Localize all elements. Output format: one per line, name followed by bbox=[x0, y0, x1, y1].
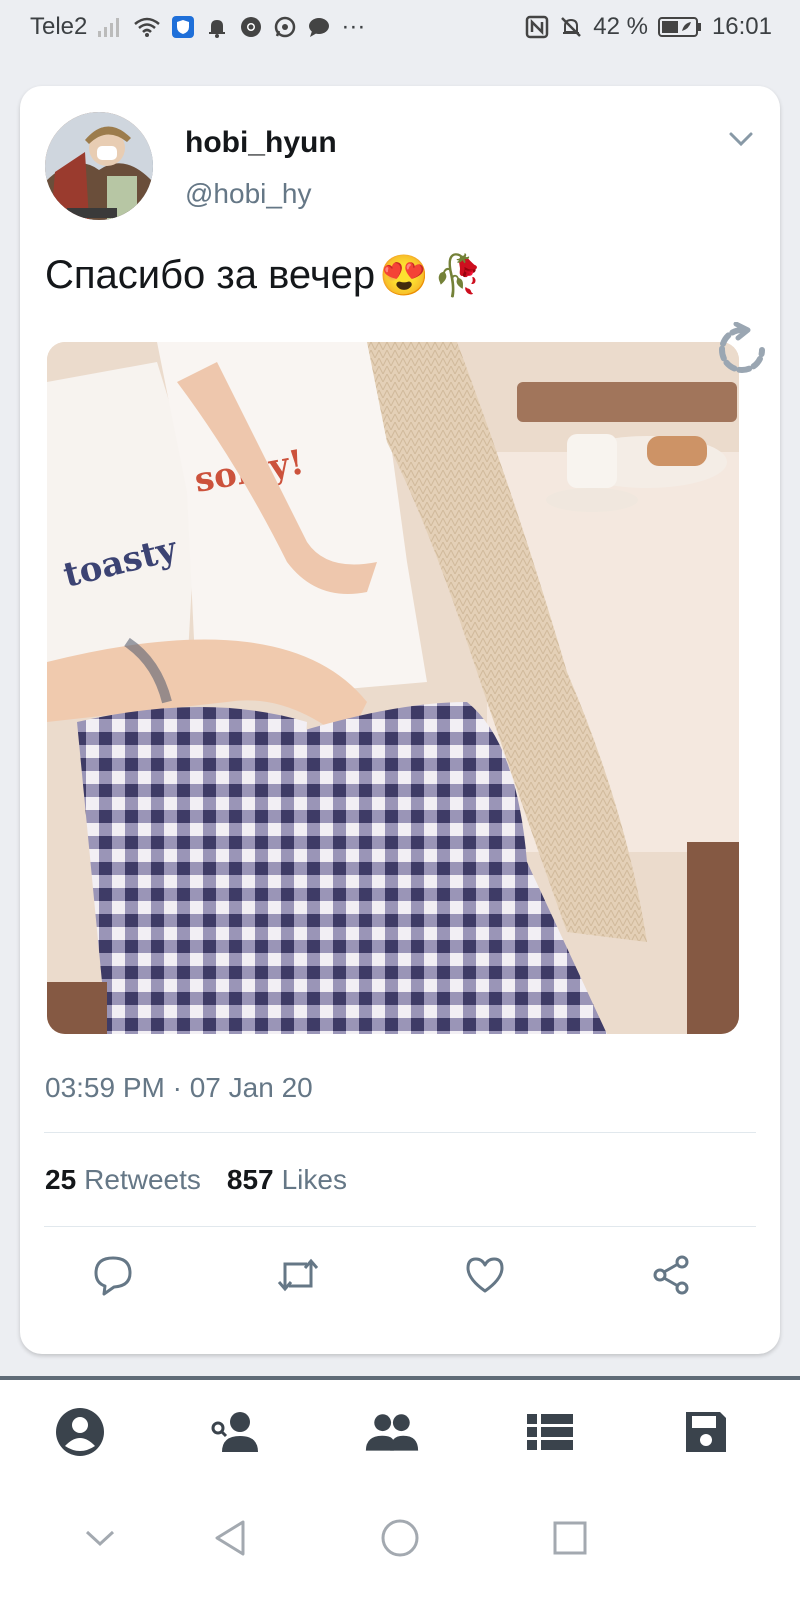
likes-count: 857 bbox=[226, 1164, 274, 1195]
reply-icon[interactable] bbox=[90, 1252, 136, 1298]
tweet-photo[interactable]: toasty sorty! bbox=[47, 342, 739, 1034]
tweet-text: Спасибо за вечер 😍 🥀 bbox=[45, 252, 483, 299]
refresh-icon[interactable] bbox=[714, 321, 770, 378]
save-icon[interactable] bbox=[678, 1404, 734, 1460]
tweet-timestamp: 03:59 PM · 07 Jan 20 bbox=[45, 1072, 313, 1103]
battery-percent: 42 % bbox=[593, 13, 648, 40]
share-icon[interactable] bbox=[648, 1252, 694, 1298]
shield-icon bbox=[171, 15, 195, 39]
display-name[interactable]: hobi_hyun bbox=[185, 126, 337, 160]
retweets-stat[interactable]: 25 Retweets bbox=[45, 1164, 201, 1196]
carrier-label: Tele2 bbox=[30, 13, 88, 40]
group-icon[interactable] bbox=[364, 1404, 420, 1460]
back-icon[interactable] bbox=[206, 1514, 254, 1562]
status-right: 42 % 16:01 bbox=[525, 13, 772, 41]
mute-icon bbox=[559, 15, 583, 39]
tweet-stats: 25 Retweets 857 Likes bbox=[45, 1164, 347, 1196]
user-handle[interactable]: @hobi_hy bbox=[185, 178, 312, 210]
alarm-icon bbox=[205, 15, 229, 39]
collapse-icon[interactable] bbox=[76, 1514, 124, 1562]
nfc-icon bbox=[525, 15, 549, 39]
wifi-icon bbox=[133, 16, 161, 38]
tweet-card: hobi_hyun @hobi_hy Спасибо за вечер 😍 🥀 bbox=[20, 86, 780, 1354]
whatsapp-icon bbox=[273, 15, 297, 39]
profile-icon[interactable] bbox=[52, 1404, 108, 1460]
likes-label: Likes bbox=[281, 1164, 347, 1195]
home-icon[interactable] bbox=[376, 1514, 424, 1562]
divider bbox=[44, 1132, 756, 1133]
signal-icon bbox=[97, 16, 123, 38]
message-icon bbox=[307, 16, 331, 38]
battery-icon bbox=[657, 16, 702, 38]
system-navigation bbox=[0, 1484, 800, 1600]
tweet-text-body: Спасибо за вечер bbox=[45, 253, 376, 297]
chevron-down-icon[interactable] bbox=[726, 124, 756, 154]
more-notifications: ··· bbox=[341, 13, 366, 40]
status-left: Tele2 ··· bbox=[30, 13, 365, 41]
retweets-count: 25 bbox=[45, 1164, 77, 1195]
tweet-actions bbox=[20, 1236, 780, 1312]
heart-eyes-emoji: 😍 bbox=[379, 254, 429, 298]
retweet-icon[interactable] bbox=[275, 1252, 321, 1298]
like-icon[interactable] bbox=[462, 1252, 508, 1298]
clock: 16:01 bbox=[711, 13, 772, 40]
bottom-navigation bbox=[0, 1376, 800, 1484]
list-icon[interactable] bbox=[522, 1404, 578, 1460]
retweets-label: Retweets bbox=[84, 1164, 201, 1195]
recents-icon[interactable] bbox=[546, 1514, 594, 1562]
wilted-flower-emoji: 🥀 bbox=[432, 254, 483, 298]
divider bbox=[44, 1226, 756, 1227]
chrome-icon bbox=[239, 15, 263, 39]
avatar[interactable] bbox=[45, 112, 153, 220]
likes-stat[interactable]: 857 Likes bbox=[227, 1164, 347, 1196]
follow-user-icon[interactable] bbox=[208, 1404, 264, 1460]
status-bar: Tele2 ··· 42 % 16:01 bbox=[0, 0, 800, 54]
